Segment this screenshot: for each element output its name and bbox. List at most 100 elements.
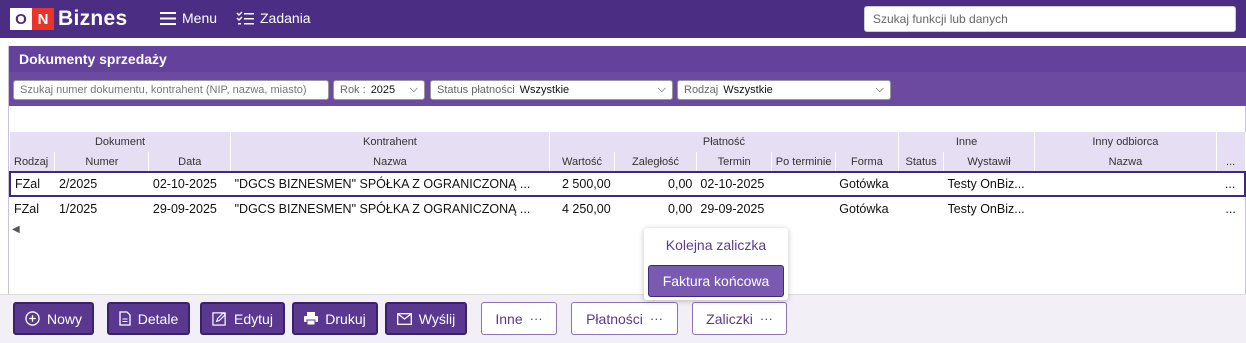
cell-status bbox=[898, 171, 944, 197]
document-type-label: Rodzaj bbox=[684, 84, 719, 96]
app-logo[interactable]: O N Biznes bbox=[10, 7, 128, 30]
advances-button-label: Zaliczki bbox=[706, 310, 753, 327]
cell-form: Gotówka bbox=[839, 201, 889, 216]
cell-form: Gotówka bbox=[835, 171, 899, 197]
cell-recipient-name bbox=[1034, 196, 1216, 220]
hamburger-icon bbox=[160, 11, 176, 25]
column-header-issued-by[interactable]: Wystawił bbox=[943, 152, 1035, 172]
column-header-value[interactable]: Wartość bbox=[549, 152, 616, 172]
advances-popup-menu: Kolejna zaliczka Faktura końcowa bbox=[644, 228, 788, 300]
send-button[interactable]: Wyślij bbox=[385, 302, 467, 335]
payment-status-label: Status płatności bbox=[437, 84, 515, 96]
cell-arrears: 0,00 bbox=[614, 171, 697, 197]
cell-value: 2 500,00 bbox=[549, 171, 615, 197]
column-header-name[interactable]: Nazwa bbox=[230, 152, 550, 172]
column-header-due-date[interactable]: Termin bbox=[696, 152, 773, 172]
new-button[interactable]: Nowy bbox=[13, 302, 94, 335]
details-button-label: Detale bbox=[137, 310, 179, 327]
column-header-status[interactable]: Status bbox=[898, 152, 945, 172]
menu-item-final-invoice[interactable]: Faktura końcowa bbox=[648, 265, 784, 297]
group-header-other-recipient: Inny odbiorca bbox=[1034, 132, 1217, 152]
printer-icon bbox=[304, 312, 319, 325]
chevron-down-icon: ⌵ bbox=[657, 83, 666, 95]
column-header-type[interactable]: Rodzaj bbox=[10, 152, 56, 172]
column-header-overdue[interactable]: Po terminie bbox=[771, 152, 836, 172]
column-header-form[interactable]: Forma bbox=[835, 152, 900, 172]
payments-button[interactable]: Płatności ··· bbox=[571, 302, 678, 335]
tasks-label: Zadania bbox=[260, 10, 311, 26]
cell-type: FZal bbox=[14, 201, 39, 216]
year-value: 2025 bbox=[370, 84, 396, 96]
other-button[interactable]: Inne ··· bbox=[481, 302, 557, 335]
logo-text: Biznes bbox=[58, 7, 128, 30]
payment-status-select[interactable]: Status płatności Wszystkie ⌵ bbox=[430, 80, 673, 100]
group-header-empty bbox=[1216, 132, 1246, 152]
global-search-input[interactable] bbox=[864, 6, 1236, 32]
print-button[interactable]: Drukuj bbox=[292, 302, 378, 335]
document-search-placeholder: Szukaj numer dokumentu, kontrahent (NIP,… bbox=[20, 84, 307, 96]
cell-date: 02-10-2025 bbox=[148, 171, 231, 197]
cell-overdue bbox=[771, 171, 836, 197]
table-row[interactable]: FZal 2/2025 02-10-2025 "DGCS BIZNESMEN" … bbox=[9, 171, 1246, 197]
tasks-button[interactable]: Zadania bbox=[236, 10, 311, 26]
cell-number: 2/2025 bbox=[54, 171, 149, 197]
year-label: Rok : bbox=[340, 84, 366, 96]
payments-button-label: Płatności bbox=[586, 310, 643, 327]
other-button-label: Inne bbox=[495, 310, 523, 327]
column-header-number[interactable]: Numer bbox=[54, 152, 150, 172]
group-header-document: Dokument bbox=[10, 132, 232, 152]
menu-label: Menu bbox=[182, 10, 218, 26]
document-icon bbox=[119, 311, 131, 326]
more-dots-icon: ··· bbox=[649, 311, 663, 326]
cell-due-date: 02-10-2025 bbox=[696, 171, 772, 197]
menu-item-next-advance[interactable]: Kolejna zaliczka bbox=[644, 237, 788, 253]
column-header-row: Rodzaj Numer Data Nazwa Wartość Zaległoś… bbox=[10, 152, 1246, 172]
edit-button[interactable]: Edytuj bbox=[200, 302, 285, 335]
document-search-input[interactable]: Szukaj numer dokumentu, kontrahent (NIP,… bbox=[13, 80, 329, 100]
documents-table: Dokument Kontrahent Płatność Inne Inny o… bbox=[9, 132, 1246, 220]
row-options-button[interactable]: ... bbox=[1216, 171, 1246, 197]
row-options-button[interactable]: ... bbox=[1216, 196, 1245, 220]
menu-button[interactable]: Menu bbox=[160, 10, 217, 26]
task-list-icon bbox=[236, 11, 254, 25]
cell-issued-by: Testy OnBiz... bbox=[943, 171, 1035, 197]
more-dots-icon: ··· bbox=[759, 311, 773, 326]
chevron-down-icon: ⌵ bbox=[875, 83, 884, 95]
advances-button[interactable]: Zaliczki ··· bbox=[692, 302, 787, 335]
scroll-left-arrow-icon[interactable]: ◀ bbox=[12, 224, 20, 235]
group-header-row: Dokument Kontrahent Płatność Inne Inny o… bbox=[10, 132, 1246, 152]
details-button[interactable]: Detale bbox=[107, 302, 190, 335]
edit-icon bbox=[212, 312, 226, 326]
year-select[interactable]: Rok : 2025 ⌵ bbox=[333, 80, 425, 100]
new-button-label: Nowy bbox=[46, 310, 82, 327]
chevron-down-icon: ⌵ bbox=[409, 83, 418, 95]
send-button-label: Wyślij bbox=[418, 310, 456, 327]
table-row[interactable]: FZal 1/2025 29-09-2025 "DGCS BIZNESMEN" … bbox=[10, 196, 1245, 220]
cell-name: "DGCS BIZNESMEN" SPÓŁKA Z OGRANICZONĄ ..… bbox=[234, 201, 531, 216]
cell-status bbox=[899, 196, 944, 220]
cell-date: 29-09-2025 bbox=[152, 201, 217, 216]
filter-bar: Szukaj numer dokumentu, kontrahent (NIP,… bbox=[9, 72, 1246, 106]
logo-n: N bbox=[32, 8, 54, 30]
cell-due-date: 29-09-2025 bbox=[700, 201, 765, 216]
cell-issued-by: Testy OnBiz... bbox=[947, 201, 1025, 216]
cell-number: 1/2025 bbox=[58, 201, 98, 216]
cell-value: 4 250,00 bbox=[562, 201, 611, 216]
column-options-button[interactable]: ... bbox=[1216, 152, 1246, 172]
cell-type: FZal bbox=[9, 171, 55, 197]
document-type-select[interactable]: Rodzaj Wszystkie ⌵ bbox=[677, 80, 891, 100]
page-title: Dokumenty sprzedaży bbox=[9, 46, 1246, 72]
cell-arrears: 0,00 bbox=[668, 201, 693, 216]
print-button-label: Drukuj bbox=[325, 310, 366, 327]
logo-on: O bbox=[10, 8, 32, 30]
cell-overdue bbox=[772, 196, 835, 220]
cell-recipient-name bbox=[1034, 171, 1217, 197]
envelope-icon bbox=[396, 312, 412, 325]
document-type-value: Wszystkie bbox=[723, 84, 773, 96]
column-header-arrears[interactable]: Zaległość bbox=[614, 152, 697, 172]
payment-status-value: Wszystkie bbox=[519, 84, 570, 96]
column-header-date[interactable]: Data bbox=[148, 152, 232, 172]
cell-name: "DGCS BIZNESMEN" SPÓŁKA Z OGRANICZONĄ ..… bbox=[230, 171, 550, 197]
group-header-payment: Płatność bbox=[549, 132, 900, 152]
column-header-recipient-name[interactable]: Nazwa bbox=[1034, 152, 1217, 172]
